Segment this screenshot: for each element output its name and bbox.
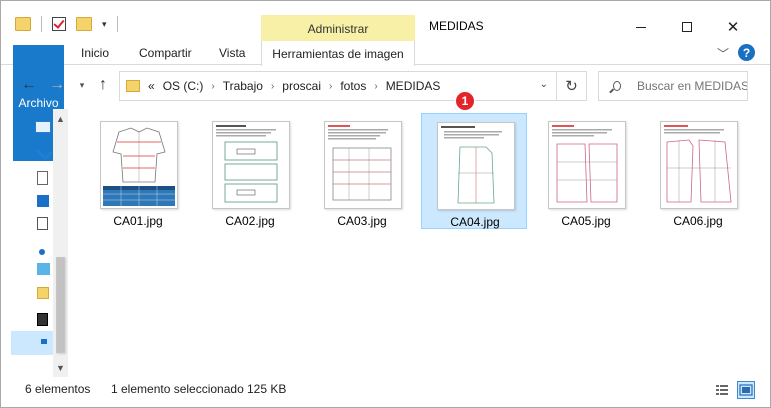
recent-locations-icon[interactable]: ▾ xyxy=(74,77,90,93)
nav-pane-scrollbar[interactable]: ▲ ▼ xyxy=(53,109,68,377)
new-folder-icon[interactable] xyxy=(76,17,92,31)
forward-arrow-icon[interactable]: → xyxy=(49,76,65,93)
file-item[interactable]: CA05.jpg xyxy=(533,113,639,229)
close-icon: ✕ xyxy=(726,19,740,36)
folder-icon[interactable] xyxy=(15,17,31,31)
title-bar: ▾ Administrar MEDIDAS ✕ xyxy=(1,1,770,42)
file-list: CA01.jpg CA02.jpg CA03.jpg CA04.jpg CA05… xyxy=(81,109,761,377)
window-title: MEDIDAS xyxy=(429,19,484,33)
scroll-up-icon[interactable]: ▲ xyxy=(53,111,68,126)
status-bar: 6 elementos 1 elemento seleccionado 125 … xyxy=(1,377,770,407)
file-name: CA06.jpg xyxy=(673,214,723,228)
videos-icon[interactable] xyxy=(37,313,48,326)
scroll-down-icon[interactable]: ▼ xyxy=(53,360,68,375)
file-name: CA03.jpg xyxy=(337,214,387,228)
breadcrumb-os-c[interactable]: OS (C:) xyxy=(163,79,204,93)
chevron-down-icon[interactable]: ﹀ xyxy=(717,45,729,62)
file-item-selected[interactable]: CA04.jpg xyxy=(421,113,527,229)
chevron-right-icon[interactable]: › xyxy=(374,81,377,92)
minimize-button[interactable] xyxy=(618,13,664,41)
this-pc-icon[interactable] xyxy=(35,121,51,133)
large-icons-view-button[interactable] xyxy=(737,381,755,399)
image-thumbnail xyxy=(100,121,178,209)
shirt-measurement-image xyxy=(103,127,175,206)
download-icon[interactable] xyxy=(35,143,53,161)
address-bar[interactable]: « OS (C:) › Trabajo › proscai › fotos › … xyxy=(119,71,557,101)
pattern-guide-image xyxy=(664,125,732,203)
breadcrumb-overflow[interactable]: « xyxy=(148,79,155,93)
maximize-icon xyxy=(682,22,692,32)
pattern-guide-image xyxy=(216,125,278,203)
breadcrumb-fotos[interactable]: fotos xyxy=(340,79,366,93)
file-item[interactable]: CA01.jpg xyxy=(85,113,191,229)
file-item[interactable]: CA03.jpg xyxy=(309,113,415,229)
selection-info: 1 elemento seleccionado xyxy=(111,382,244,396)
address-dropdown-icon[interactable]: ⌄ xyxy=(540,79,548,90)
desktop-icon[interactable] xyxy=(37,195,49,207)
file-name: CA04.jpg xyxy=(450,215,500,229)
customize-toolbar-icon[interactable]: ▾ xyxy=(102,19,107,30)
tab-vista[interactable]: Vista xyxy=(219,41,245,65)
context-tab-header: Administrar xyxy=(261,15,415,42)
chevron-right-icon[interactable]: › xyxy=(211,81,214,92)
image-thumbnail xyxy=(437,122,515,210)
close-button[interactable]: ✕ xyxy=(710,13,756,41)
music-icon[interactable] xyxy=(39,249,45,255)
large-icons-view-icon xyxy=(739,384,753,396)
file-item[interactable]: CA06.jpg xyxy=(645,113,751,229)
item-count: 6 elementos xyxy=(25,382,91,396)
navigation-bar: ← → ▾ ↑ « OS (C:) › Trabajo › proscai › … xyxy=(1,65,770,107)
pattern-guide-image xyxy=(441,126,502,204)
folder-icon xyxy=(126,80,140,92)
maximize-button[interactable] xyxy=(664,13,710,41)
quick-access-toolbar: ▾ xyxy=(15,15,118,33)
image-thumbnail xyxy=(212,121,290,209)
file-item[interactable]: CA02.jpg xyxy=(197,113,303,229)
image-thumbnail xyxy=(324,121,402,209)
minimize-icon xyxy=(636,26,646,28)
tab-inicio[interactable]: Inicio xyxy=(81,41,109,65)
details-view-icon xyxy=(716,385,728,395)
search-box[interactable] xyxy=(598,71,748,101)
help-icon[interactable]: ? xyxy=(738,44,755,61)
toolbar-separator xyxy=(41,16,42,32)
tab-compartir[interactable]: Compartir xyxy=(139,41,192,65)
chevron-right-icon[interactable]: › xyxy=(271,81,274,92)
selection-size: 125 KB xyxy=(247,382,287,396)
tab-herramientas-de-imagen[interactable]: Herramientas de imagen xyxy=(261,41,415,66)
file-name: CA01.jpg xyxy=(113,214,163,228)
details-view-button[interactable] xyxy=(713,381,731,399)
file-name: CA05.jpg xyxy=(561,214,611,228)
breadcrumb-medidas[interactable]: MEDIDAS xyxy=(386,79,441,93)
pictures-icon[interactable] xyxy=(37,263,50,275)
pattern-guide-image xyxy=(552,125,618,203)
search-input[interactable] xyxy=(637,79,747,93)
documents-icon[interactable] xyxy=(37,171,48,185)
up-arrow-icon[interactable]: ↑ xyxy=(95,76,111,93)
breadcrumb-proscai[interactable]: proscai xyxy=(282,79,321,93)
document-icon[interactable] xyxy=(37,217,48,230)
toolbar-separator xyxy=(116,16,118,32)
file-name: CA02.jpg xyxy=(225,214,275,228)
search-icon xyxy=(613,81,621,91)
back-arrow-icon[interactable]: ← xyxy=(21,76,37,93)
ribbon-tabs: Archivo Inicio Compartir Vista Herramien… xyxy=(1,41,770,161)
drive-icon[interactable] xyxy=(41,339,47,344)
refresh-icon[interactable]: ↻ xyxy=(557,71,587,101)
scroll-thumb[interactable] xyxy=(56,257,65,353)
properties-icon[interactable] xyxy=(52,17,66,31)
step-badge: 1 xyxy=(455,91,475,111)
chevron-right-icon[interactable]: › xyxy=(329,81,332,92)
explorer-window: ▾ Administrar MEDIDAS ✕ Archivo Inicio C… xyxy=(0,0,771,408)
image-thumbnail xyxy=(548,121,626,209)
pattern-guide-image xyxy=(328,125,392,201)
image-thumbnail xyxy=(660,121,738,209)
folder-icon[interactable] xyxy=(37,287,49,299)
breadcrumb-trabajo[interactable]: Trabajo xyxy=(223,79,263,93)
